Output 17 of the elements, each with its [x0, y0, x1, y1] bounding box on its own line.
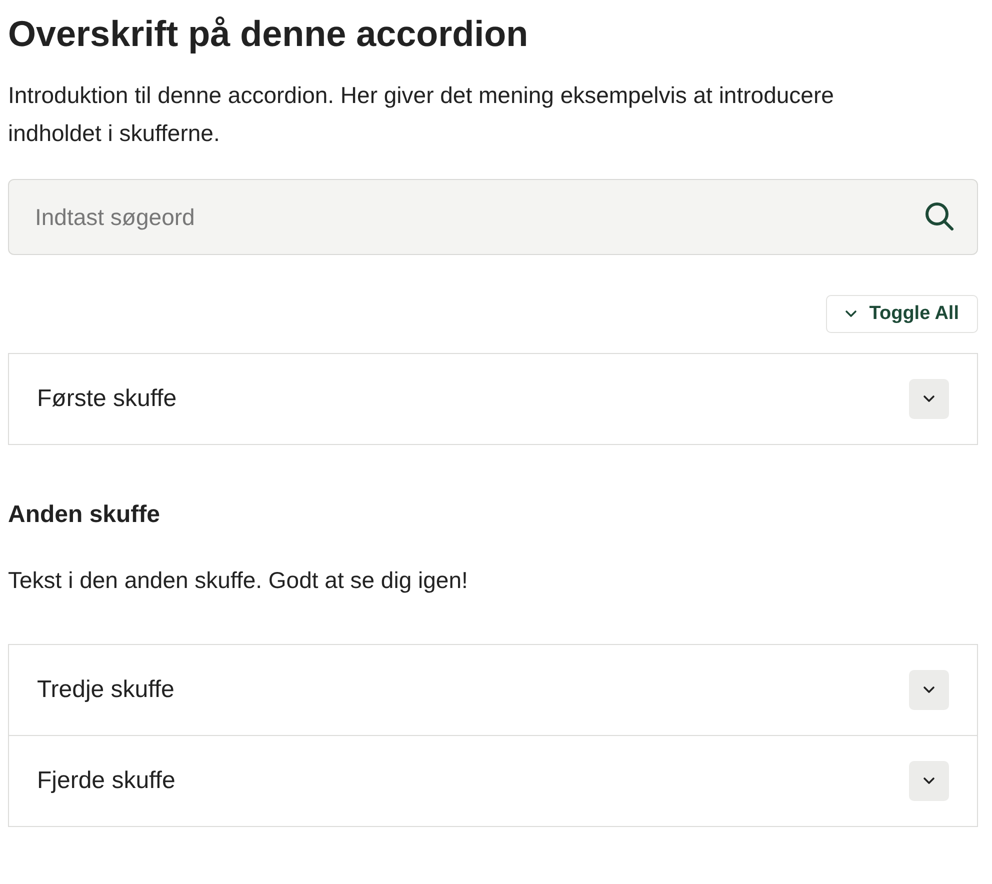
chevron-down-icon[interactable]	[909, 761, 949, 801]
toggle-all-button[interactable]: Toggle All	[826, 295, 978, 333]
chevron-down-icon[interactable]	[909, 379, 949, 419]
accordion-item[interactable]: Tredje skuffe	[8, 644, 978, 736]
drawer-text: Tekst i den anden skuffe. Godt at se dig igen!	[8, 567, 469, 594]
search-field[interactable]: Indtast søgeord	[8, 179, 978, 255]
chevron-down-icon[interactable]	[909, 670, 949, 710]
drawer-title: Første skuffe	[37, 385, 177, 413]
drawer-title[interactable]: Anden skuffe	[8, 501, 978, 529]
accordion-item[interactable]: Første skuffe	[8, 353, 978, 445]
page-heading: Overskrift på denne accordion	[8, 12, 530, 56]
drawer-title: Fjerde skuffe	[37, 767, 176, 795]
intro-text: Introduktion til denne accordion. Her giver det mening eksempelvis at introducere indholdet i skufferne.	[8, 81, 835, 148]
drawer-title: Tredje skuffe	[37, 676, 174, 704]
search-icon[interactable]	[924, 201, 956, 233]
accordion-item[interactable]: Fjerde skuffe	[8, 736, 978, 827]
chevron-down-icon	[845, 310, 858, 318]
